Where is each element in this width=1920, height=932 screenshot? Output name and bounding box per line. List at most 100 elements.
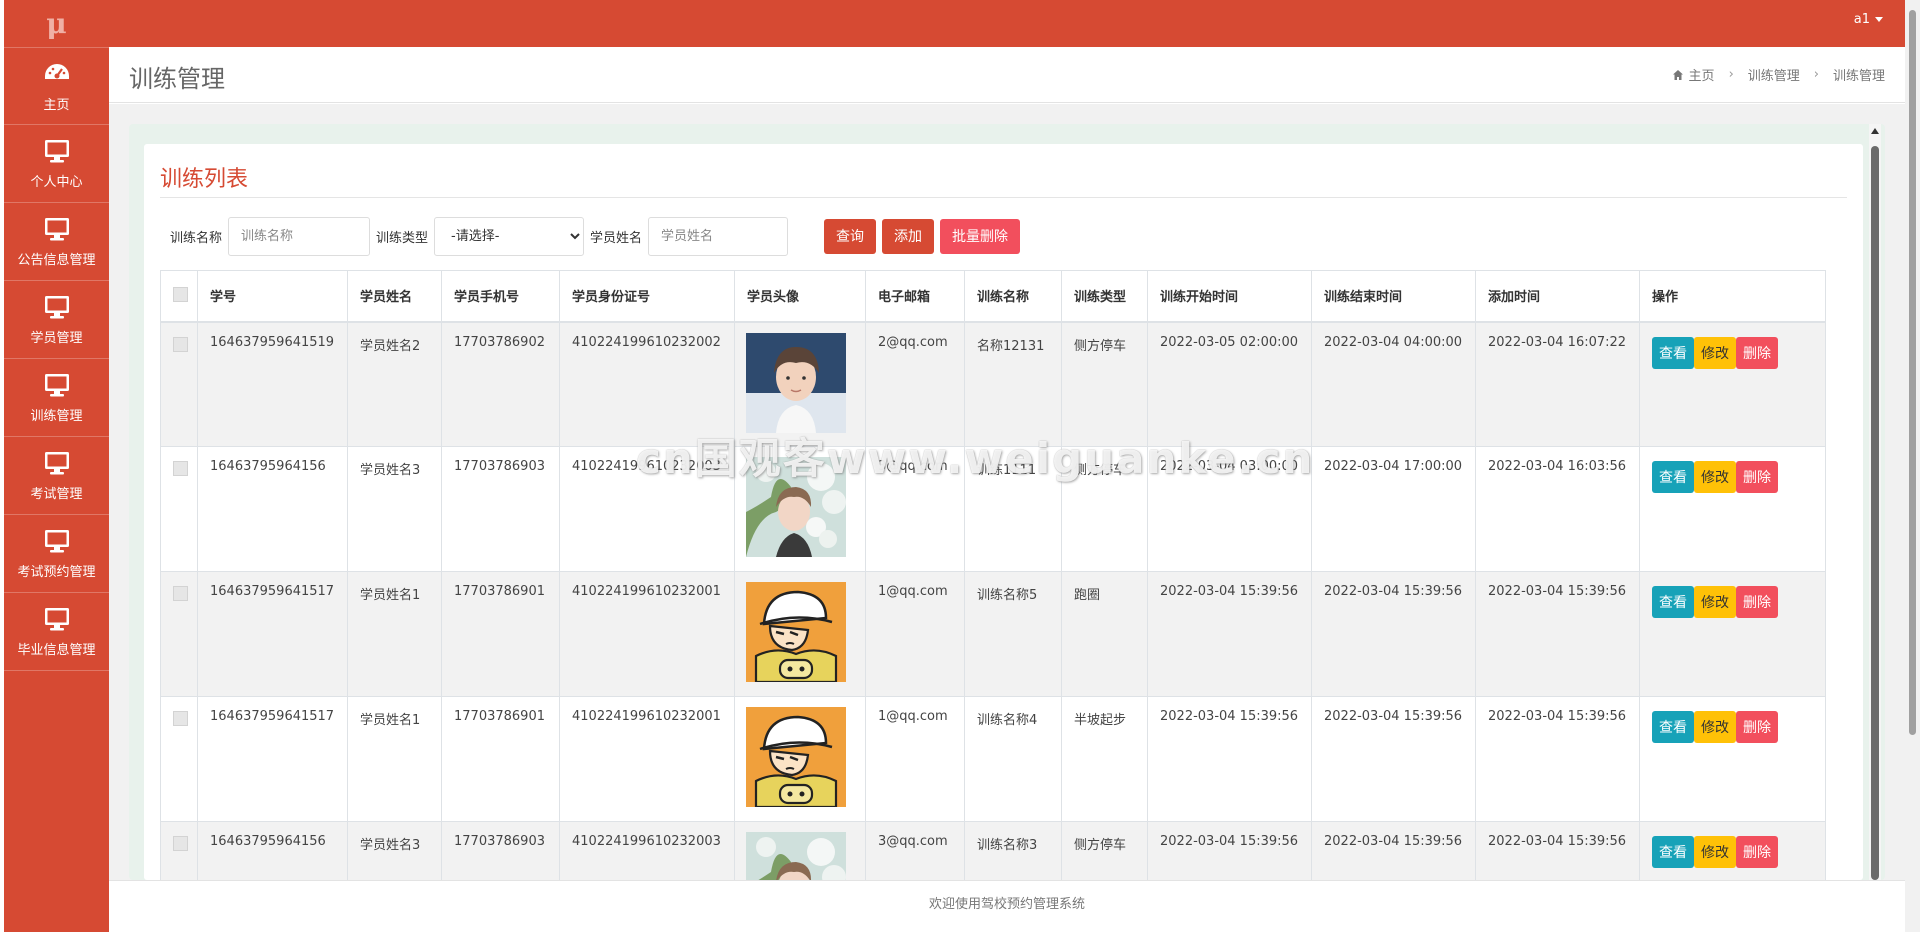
avatar-image xyxy=(746,832,846,880)
table-row: 164637959641517 学员姓名1 17703786901 410224199… xyxy=(160,571,1826,697)
sidebar-item[interactable]: 个人中心 xyxy=(4,125,109,203)
cell-phone: 17703786903 xyxy=(441,821,560,880)
cell-actions: 查看 修改 删除 xyxy=(1639,821,1826,880)
view-button[interactable]: 查看 xyxy=(1652,336,1694,369)
view-button[interactable]: 查看 xyxy=(1652,836,1694,868)
table-row: 164637959641519 学员姓名2 17703786902 410224199… xyxy=(160,321,1826,447)
delete-button[interactable]: 删除 xyxy=(1736,461,1778,493)
edit-button[interactable]: 修改 xyxy=(1694,586,1736,618)
row-actions: 查看 修改 删除 xyxy=(1652,586,1813,618)
batch-delete-button[interactable]: 批量删除 xyxy=(940,218,1021,254)
cell-id: 16463795964156 xyxy=(197,821,348,880)
app-logo[interactable]: μ xyxy=(4,0,109,47)
edit-button[interactable]: 修改 xyxy=(1694,336,1736,369)
cell-added: 2022-03-04 16:03:56 xyxy=(1475,446,1640,572)
sidebar-item[interactable]: 考试预约管理 xyxy=(4,515,109,593)
training-name-input[interactable] xyxy=(228,216,371,256)
col-header: 电子邮箱 xyxy=(865,270,965,323)
breadcrumb-section[interactable]: 训练管理 xyxy=(1748,65,1800,84)
breadcrumb-home[interactable]: 主页 xyxy=(1689,65,1715,84)
user-menu[interactable]: a1 xyxy=(1854,12,1883,27)
cell-train-type: 跑圈 xyxy=(1061,571,1148,697)
row-checkbox[interactable] xyxy=(173,461,188,476)
sidebar-item[interactable]: 主页 xyxy=(4,47,109,125)
select-all-checkbox[interactable] xyxy=(173,287,188,303)
row-checkbox[interactable] xyxy=(173,836,188,851)
edit-button[interactable]: 修改 xyxy=(1694,711,1736,743)
cell-name: 学员姓名1 xyxy=(347,696,442,822)
view-button[interactable]: 查看 xyxy=(1652,586,1694,618)
scroll-up-icon[interactable] xyxy=(1871,128,1879,134)
query-button[interactable]: 查询 xyxy=(824,218,877,254)
student-name-label: 学员姓名 xyxy=(590,230,643,246)
topbar: a1 xyxy=(109,0,1905,47)
sidebar-item[interactable]: 训练管理 xyxy=(4,359,109,437)
page-scrollbar[interactable] xyxy=(1905,0,1920,932)
row-checkbox[interactable] xyxy=(173,586,188,601)
cell-id: 164637959641517 xyxy=(197,696,348,822)
delete-button[interactable]: 删除 xyxy=(1736,586,1778,618)
edit-button[interactable]: 修改 xyxy=(1694,461,1736,493)
cell-id: 16463795964156 xyxy=(197,446,348,572)
student-name-input[interactable] xyxy=(648,216,789,256)
cell-avatar xyxy=(734,446,866,572)
delete-button[interactable]: 删除 xyxy=(1736,836,1778,868)
table-row: 164637959641517 学员姓名1 17703786901 410224199… xyxy=(160,696,1826,822)
sidebar-item[interactable]: 考试管理 xyxy=(4,437,109,515)
cell-end: 2022-03-04 15:39:56 xyxy=(1311,821,1476,880)
inner-scrollbar[interactable] xyxy=(1869,124,1881,880)
cell-start: 2022-03-04 15:39:56 xyxy=(1147,696,1312,822)
cell-train-name: 名称12131 xyxy=(964,321,1062,447)
page-scrollbar-thumb[interactable] xyxy=(1909,10,1916,735)
cell-added: 2022-03-04 15:39:56 xyxy=(1475,571,1640,697)
cell-train-type: 半坡起步 xyxy=(1061,696,1148,822)
cell-email: 1@qq.com xyxy=(865,571,965,697)
delete-button[interactable]: 删除 xyxy=(1736,336,1778,369)
footer: 欢迎使用驾校预约管理系统 xyxy=(109,880,1905,932)
cell-actions: 查看 修改 删除 xyxy=(1639,446,1826,572)
home-icon xyxy=(1672,69,1683,80)
cell-email: 3@qq.com xyxy=(865,446,965,572)
sidebar-item[interactable]: 公告信息管理 xyxy=(4,203,109,281)
cell-start: 2022-03-05 02:00:00 xyxy=(1147,321,1312,447)
training-table: 学号 学员姓名 学员手机号 学员身份证号 学员头像 电子邮箱 训练名称 训练类型… xyxy=(160,270,1826,880)
row-checkbox[interactable] xyxy=(173,336,188,352)
sidebar-item[interactable]: 毕业信息管理 xyxy=(4,593,109,671)
delete-button[interactable]: 删除 xyxy=(1736,711,1778,743)
cell-email: 1@qq.com xyxy=(865,696,965,822)
content-header: 训练管理 主页 › 训练管理 › 训练管理 xyxy=(109,47,1905,103)
inner-scrollbar-thumb[interactable] xyxy=(1871,146,1879,880)
cell-actions: 查看 修改 删除 xyxy=(1639,321,1826,447)
cell-start: 2022-03-04 15:39:56 xyxy=(1147,571,1312,697)
monitor-icon xyxy=(42,293,72,327)
cell-name: 学员姓名3 xyxy=(347,446,442,572)
cell-id: 164637959641519 xyxy=(197,321,348,447)
filter-bar: 训练名称 训练类型 -请选择- 学员姓名 查询 添加 批量删除 xyxy=(160,216,1847,256)
col-header: 学员姓名 xyxy=(347,270,442,323)
sidebar-item[interactable]: 学员管理 xyxy=(4,281,109,359)
cell-train-name: 训练1111 xyxy=(964,446,1062,572)
cell-start: 2022-03-04 03:00:00 xyxy=(1147,446,1312,572)
cell-name: 学员姓名3 xyxy=(347,821,442,880)
add-button[interactable]: 添加 xyxy=(882,218,935,254)
cell-id: 164637959641517 xyxy=(197,571,348,697)
col-header: 学号 xyxy=(197,270,348,323)
cell-train-type: 侧方停车 xyxy=(1061,446,1148,572)
cell-added: 2022-03-04 16:07:22 xyxy=(1475,321,1640,447)
cell-actions: 查看 修改 删除 xyxy=(1639,571,1826,697)
avatar-image xyxy=(746,332,846,433)
view-button[interactable]: 查看 xyxy=(1652,711,1694,743)
cell-start: 2022-03-04 15:39:56 xyxy=(1147,821,1312,880)
view-button[interactable]: 查看 xyxy=(1652,461,1694,493)
row-checkbox[interactable] xyxy=(173,711,188,726)
cell-added: 2022-03-04 15:39:56 xyxy=(1475,696,1640,822)
monitor-icon xyxy=(42,371,72,405)
col-header: 操作 xyxy=(1639,270,1826,323)
cell-idcard: 410224199610232002 xyxy=(559,321,735,447)
cell-end: 2022-03-04 04:00:00 xyxy=(1311,321,1476,447)
row-select-cell xyxy=(160,321,198,447)
breadcrumb-current: 训练管理 xyxy=(1832,69,1885,84)
cell-end: 2022-03-04 15:39:56 xyxy=(1311,571,1476,697)
edit-button[interactable]: 修改 xyxy=(1694,836,1736,868)
training-type-select[interactable]: -请选择- xyxy=(434,216,585,256)
